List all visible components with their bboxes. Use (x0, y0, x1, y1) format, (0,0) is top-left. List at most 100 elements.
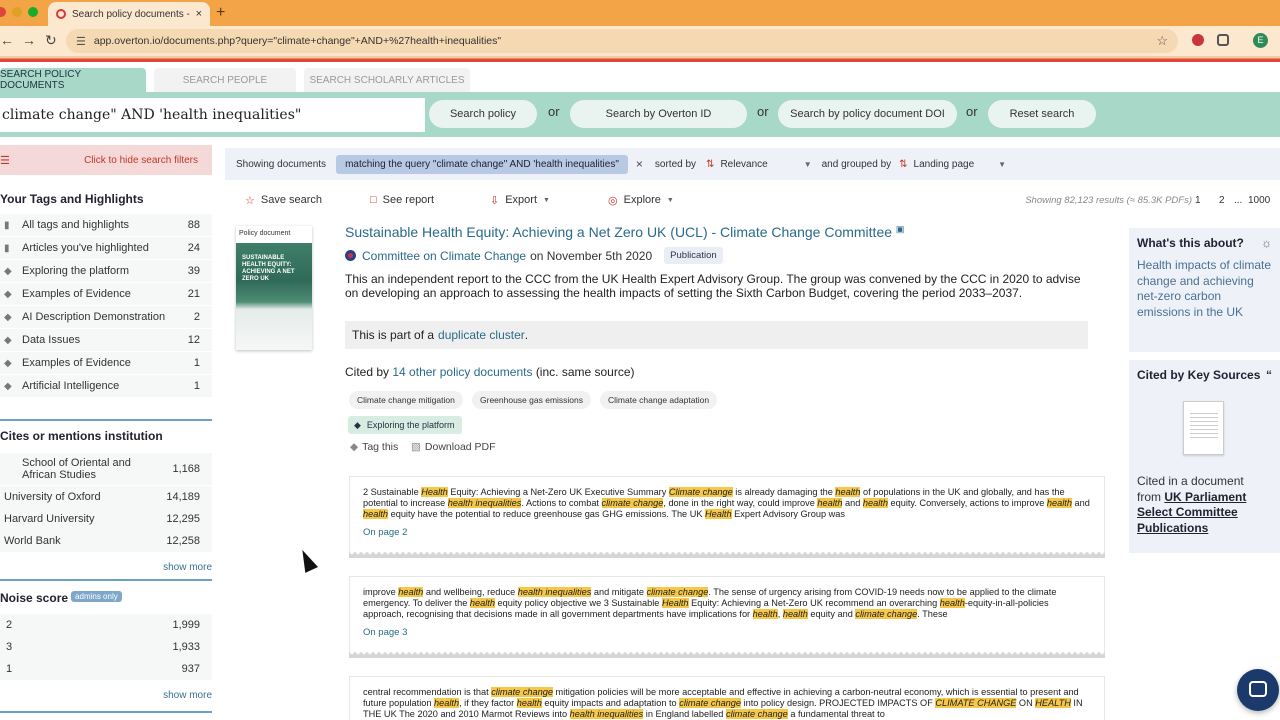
snippet-page-link[interactable]: On page 3 (363, 627, 1091, 638)
export-button[interactable]: ⇩ Export ▼ (490, 194, 550, 207)
results-actions-bar: ☆ Save search □ See report ⇩ Export ▼ ◎ Explo… (225, 188, 1280, 212)
noise-count: 1,933 (172, 641, 200, 653)
sort-icon: ⇅ (706, 158, 715, 170)
search-query-input[interactable] (0, 98, 425, 132)
document-meta: Committee on Climate Change on November … (345, 247, 723, 264)
export-label: Export (505, 194, 538, 206)
tag-row[interactable]: ◆ AI Description Demonstration 2 (0, 306, 212, 328)
document-title-text: Sustainable Health Equity: Achieving a N… (345, 224, 893, 240)
snippet-text: improve health and wellbeing, reduce hea… (363, 587, 1057, 619)
applied-tag-chip[interactable]: ◆ Exploring the platform (348, 416, 463, 434)
address-bar[interactable]: ☰ app.overton.io/documents.php?query="cl… (66, 29, 1178, 53)
tag-count: 39 (187, 265, 200, 277)
tag-row[interactable]: ▮ All tags and highlights 88 (0, 214, 212, 236)
sort-dropdown[interactable]: ⇅ Relevance ▼ (700, 155, 818, 174)
tag-this-button[interactable]: ◆ Tag this (350, 441, 398, 453)
report-icon: □ (370, 194, 377, 206)
topic-chip[interactable]: Climate change adaptation (600, 391, 718, 409)
tab-search-scholarly-articles[interactable]: SEARCH SCHOLARLY ARTICLES (304, 68, 470, 92)
whats-this-about-card: What's this about? ☼ Health impacts of cl… (1129, 228, 1280, 352)
group-value: Landing page (913, 158, 975, 170)
tag-row[interactable]: ◆ Artificial Intelligence 1 (0, 375, 212, 397)
save-search-label: Save search (260, 194, 323, 206)
cluster-suffix: . (524, 328, 529, 342)
noise-section-title: Noise score admins only (0, 591, 122, 605)
tag-row[interactable]: ◆ Exploring the platform 39 (0, 260, 212, 282)
search-by-overton-id-button[interactable]: Search by Overton ID (570, 100, 747, 128)
tag-label: Articles you've highlighted (22, 242, 149, 254)
snippet-page-link[interactable]: On page 2 (363, 527, 1091, 538)
download-pdf-button[interactable]: ▧ Download PDF (411, 441, 496, 453)
chevron-down-icon: ▼ (998, 159, 1007, 169)
show-more-noise-link[interactable]: show more (163, 690, 212, 701)
group-dropdown[interactable]: ⇅ Landing page ▼ (893, 155, 1012, 174)
profile-avatar[interactable]: E (1253, 33, 1268, 48)
url-text: app.overton.io/documents.php?query="clim… (93, 35, 502, 47)
noise-row[interactable]: 2 1,999 (0, 614, 212, 636)
lightbulb-icon: ☼ (1261, 236, 1272, 250)
see-report-button[interactable]: □ See report (370, 194, 434, 206)
page-1-link[interactable]: 1 (1195, 195, 1201, 206)
institution-row[interactable]: University of Oxford 14,189 (0, 486, 212, 508)
info-icon[interactable]: ▣ (896, 224, 905, 234)
cited-suffix: (inc. same source) (535, 365, 635, 379)
institution-row[interactable]: Harvard University 12,295 (0, 508, 212, 530)
tag-row[interactable]: ▮ Articles you've highlighted 24 (0, 237, 212, 259)
maximize-window-icon[interactable] (28, 7, 38, 17)
tag-row[interactable]: ◆ Examples of Evidence 1 (0, 352, 212, 374)
topic-chip[interactable]: Climate change mitigation (349, 391, 463, 409)
show-more-institutions-link[interactable]: show more (163, 562, 212, 573)
hide-filters-toggle[interactable]: ☰ Click to hide search filters (0, 145, 212, 175)
document-date: on November 5th 2020 (530, 248, 653, 263)
tag-row[interactable]: ◆ Examples of Evidence 21 (0, 283, 212, 305)
noise-row[interactable]: 1 937 (0, 658, 212, 680)
new-tab-icon[interactable]: + (216, 4, 225, 22)
query-pill: matching the query "climate change" AND … (336, 154, 628, 174)
back-icon[interactable]: ← (0, 32, 14, 48)
institution-row[interactable]: School of Oriental and African Studies 1,… (0, 453, 212, 485)
chevron-down-icon: ▼ (666, 196, 674, 204)
thumbnail-label: Policy document (239, 230, 291, 237)
chevron-down-icon: ▼ (803, 159, 812, 169)
document-title-link[interactable]: Sustainable Health Equity: Achieving a N… (345, 224, 904, 240)
tag-label: Examples of Evidence (22, 357, 131, 369)
tag-row[interactable]: ◆ Data Issues 12 (0, 329, 212, 351)
reload-icon[interactable]: ↻ (45, 32, 57, 49)
extensions-puzzle-icon[interactable] (1217, 34, 1229, 46)
clear-query-icon[interactable]: × (636, 157, 643, 171)
results-count: Showing 82,123 results (≈ 85.3K PDFs) (1025, 194, 1192, 206)
site-settings-icon[interactable]: ☰ (76, 35, 86, 48)
institution-count: 12,295 (166, 513, 200, 525)
close-window-icon[interactable] (0, 7, 6, 17)
page-2-link[interactable]: 2 (1219, 195, 1225, 206)
tab-search-people[interactable]: SEARCH PEOPLE (154, 68, 296, 92)
duplicate-cluster-link[interactable]: duplicate cluster (438, 328, 525, 342)
reset-search-button[interactable]: Reset search (988, 100, 1096, 128)
admins-only-badge: admins only (71, 591, 122, 602)
explore-button[interactable]: ◎ Explore ▼ (608, 194, 674, 207)
cited-document-icon[interactable] (1183, 401, 1224, 455)
tab-search-policy-documents[interactable]: SEARCH POLICY DOCUMENTS (0, 68, 146, 92)
key-sources-title-text: Cited by Key Sources (1137, 368, 1261, 382)
search-by-doi-button[interactable]: Search by policy document DOI (778, 100, 957, 128)
institution-label: University of Oxford (4, 491, 101, 503)
minimize-window-icon[interactable] (12, 7, 22, 17)
browser-tab[interactable]: Search policy documents - O × (48, 2, 210, 26)
tag-label: Data Issues (22, 334, 81, 346)
bookmark-star-icon[interactable]: ☆ (1156, 33, 1168, 49)
tab-close-icon[interactable]: × (196, 8, 202, 20)
noise-row[interactable]: 3 1,933 (0, 636, 212, 658)
cited-by-link[interactable]: 14 other policy documents (392, 365, 532, 379)
extension-red-icon[interactable] (1192, 34, 1204, 46)
forward-icon[interactable]: → (22, 32, 36, 48)
save-search-button[interactable]: ☆ Save search (245, 194, 322, 207)
search-policy-button[interactable]: Search policy (429, 100, 537, 128)
tag-icon: ◆ (354, 419, 361, 430)
source-link[interactable]: Committee on Climate Change (362, 249, 526, 263)
browser-toolbar: ← → ↻ ☰ app.overton.io/documents.php?que… (0, 26, 1280, 56)
topic-chip[interactable]: Greenhouse gas emissions (472, 391, 592, 409)
download-pdf-label: Download PDF (424, 441, 496, 453)
institution-row[interactable]: World Bank 12,258 (0, 530, 212, 552)
chat-support-button[interactable] (1237, 669, 1279, 711)
page-last-link[interactable]: 1000 (1248, 195, 1270, 206)
